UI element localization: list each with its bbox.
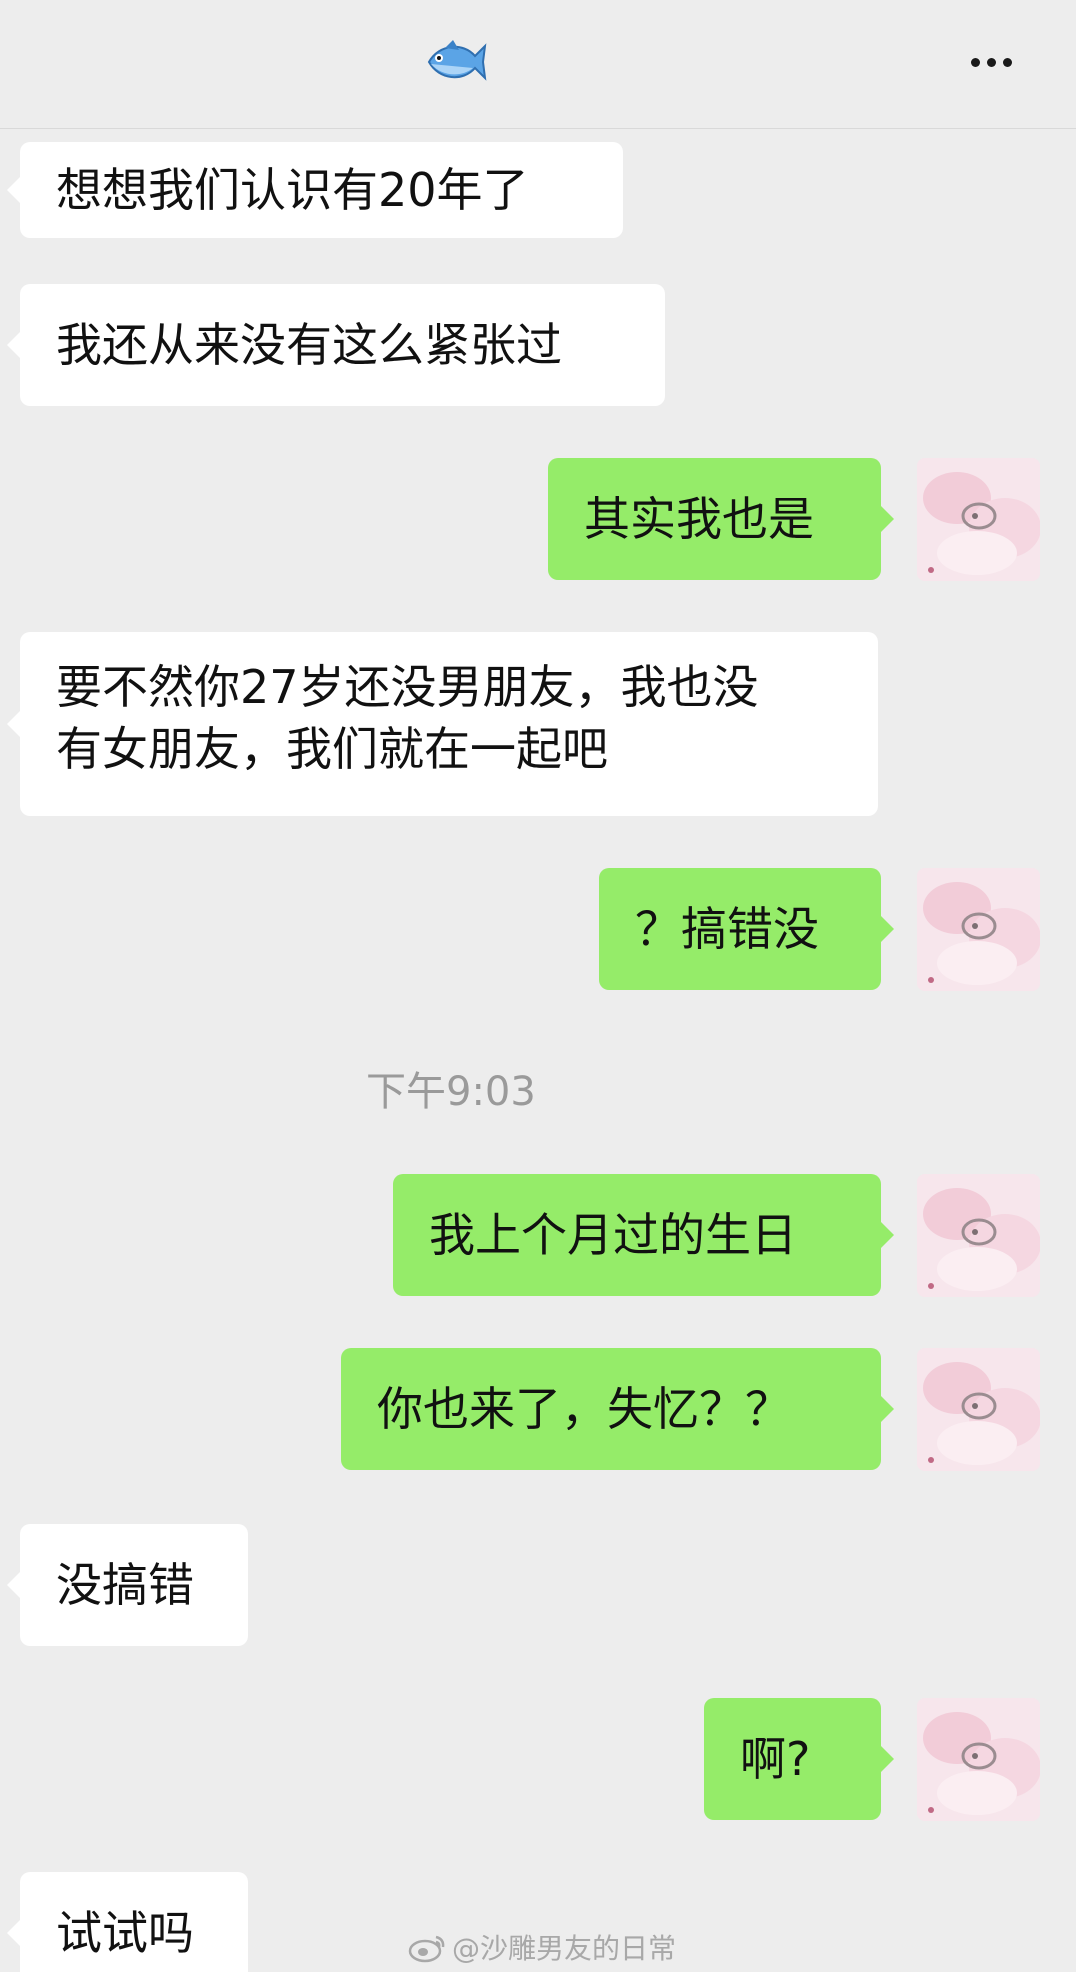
more-dots-icon <box>970 57 980 67</box>
message-bubble-outgoing[interactable]: 我上个月过的生日 <box>393 1174 894 1296</box>
chat-message-list[interactable]: 想想我们认识有20年了 我还从来没有这么紧张过 其实我也是 要不然你27岁还没男… <box>0 128 1076 1972</box>
more-options-button[interactable] <box>956 44 1026 80</box>
weibo-icon <box>408 1935 445 1963</box>
chat-header <box>0 0 1076 129</box>
message-bubble-outgoing[interactable]: 你也来了，失忆？？ <box>341 1348 894 1470</box>
watermark: @沙雕男友的日常 <box>408 1927 676 1967</box>
message-bubble-incoming[interactable]: 试试吗 <box>7 1872 248 1972</box>
message-bubble-outgoing[interactable]: ？搞错没 <box>599 868 894 990</box>
fish-icon <box>423 36 487 88</box>
message-timestamp: 下午9:03 <box>366 1069 536 1115</box>
avatar[interactable] <box>917 1348 1040 1471</box>
watermark-text: @沙雕男友的日常 <box>452 1932 677 1965</box>
avatar[interactable] <box>917 458 1040 581</box>
message-bubble-incoming[interactable]: 要不然你27岁还没男朋友，我也没 有女朋友，我们就在一起吧 <box>7 632 878 816</box>
message-bubble-outgoing[interactable]: 其实我也是 <box>548 458 894 580</box>
message-bubble-incoming[interactable]: 我还从来没有这么紧张过 <box>7 284 665 406</box>
message-bubble-incoming[interactable]: 没搞错 <box>7 1524 248 1646</box>
message-bubble-outgoing[interactable]: 啊? <box>704 1698 894 1820</box>
avatar[interactable] <box>917 1174 1040 1297</box>
message-bubble-incoming[interactable]: 想想我们认识有20年了 <box>7 142 623 238</box>
avatar[interactable] <box>917 1698 1040 1821</box>
avatar[interactable] <box>917 868 1040 991</box>
